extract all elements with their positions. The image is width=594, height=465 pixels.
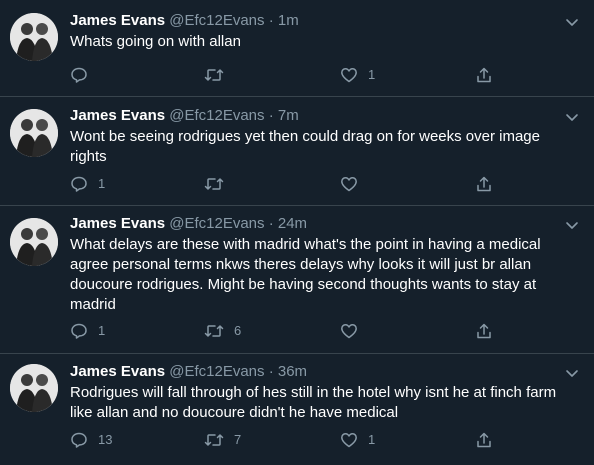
chevron-down-icon[interactable] bbox=[564, 365, 580, 381]
retweet-count: 6 bbox=[234, 323, 242, 338]
retweet-button[interactable]: 6 bbox=[204, 320, 241, 342]
retweet-icon bbox=[204, 175, 224, 193]
share-button[interactable] bbox=[475, 429, 493, 451]
tweet-actions: 1 6 bbox=[70, 320, 510, 342]
tweet[interactable]: James Evans @Efc12Evans · 24m What delay… bbox=[0, 206, 594, 354]
tweet-actions: 1 bbox=[70, 173, 510, 195]
retweet-icon bbox=[204, 322, 224, 340]
reply-icon bbox=[70, 175, 88, 193]
reply-icon bbox=[70, 322, 88, 340]
retweet-button[interactable]: 7 bbox=[204, 429, 241, 451]
tweet-text: Wont be seeing rodrigues yet then could … bbox=[70, 128, 540, 165]
chevron-down-icon[interactable] bbox=[564, 14, 580, 30]
share-icon bbox=[475, 66, 493, 84]
tweet-header: James Evans @Efc12Evans · 1m bbox=[70, 10, 299, 32]
tweet[interactable]: James Evans @Efc12Evans · 1m Whats going… bbox=[0, 0, 594, 97]
separator-dot: · bbox=[268, 363, 274, 380]
display-name[interactable]: James Evans bbox=[70, 215, 165, 232]
reply-count: 1 bbox=[98, 323, 106, 338]
chevron-down-icon[interactable] bbox=[564, 109, 580, 125]
like-button[interactable] bbox=[340, 173, 368, 195]
avatar[interactable] bbox=[10, 109, 58, 157]
user-handle[interactable]: @Efc12Evans bbox=[169, 215, 264, 232]
tweet-header: James Evans @Efc12Evans · 36m bbox=[70, 361, 307, 383]
reply-icon bbox=[70, 431, 88, 449]
reply-button[interactable]: 1 bbox=[70, 320, 105, 342]
display-name[interactable]: James Evans bbox=[70, 12, 165, 29]
retweet-count: 7 bbox=[234, 432, 242, 447]
retweet-button[interactable] bbox=[204, 173, 234, 195]
timestamp[interactable]: 24m bbox=[278, 215, 307, 232]
tweet-header: James Evans @Efc12Evans · 24m bbox=[70, 213, 307, 235]
retweet-icon bbox=[204, 431, 224, 449]
like-icon bbox=[340, 66, 358, 84]
share-button[interactable] bbox=[475, 64, 493, 86]
like-button[interactable]: 1 bbox=[340, 64, 375, 86]
avatar[interactable] bbox=[10, 13, 58, 61]
share-icon bbox=[475, 431, 493, 449]
separator-dot: · bbox=[268, 12, 274, 29]
timestamp[interactable]: 7m bbox=[278, 107, 299, 124]
tweet-text: Rodrigues will fall through of hes still… bbox=[70, 384, 557, 421]
avatar[interactable] bbox=[10, 364, 58, 412]
display-name[interactable]: James Evans bbox=[70, 363, 165, 380]
like-count: 1 bbox=[368, 432, 376, 447]
share-icon bbox=[475, 175, 493, 193]
tweet[interactable]: James Evans @Efc12Evans · 36m Rodrigues … bbox=[0, 354, 594, 465]
reply-button[interactable] bbox=[70, 64, 98, 86]
avatar[interactable] bbox=[10, 218, 58, 266]
reply-count: 1 bbox=[98, 176, 106, 191]
user-handle[interactable]: @Efc12Evans bbox=[169, 107, 264, 124]
user-handle[interactable]: @Efc12Evans bbox=[169, 12, 264, 29]
like-icon bbox=[340, 175, 358, 193]
tweet[interactable]: James Evans @Efc12Evans · 7m Wont be see… bbox=[0, 97, 594, 206]
separator-dot: · bbox=[268, 215, 274, 232]
reply-count: 13 bbox=[98, 432, 113, 447]
tweet-text: What delays are these with madrid what's… bbox=[70, 236, 541, 313]
reply-icon bbox=[70, 66, 88, 84]
like-icon bbox=[340, 431, 358, 449]
user-handle[interactable]: @Efc12Evans bbox=[169, 363, 264, 380]
tweet-actions: 1 bbox=[70, 64, 510, 86]
share-icon bbox=[475, 322, 493, 340]
timestamp[interactable]: 1m bbox=[278, 12, 299, 29]
retweet-button[interactable] bbox=[204, 64, 234, 86]
share-button[interactable] bbox=[475, 320, 493, 342]
tweet-actions: 13 7 1 bbox=[70, 429, 510, 451]
display-name[interactable]: James Evans bbox=[70, 107, 165, 124]
like-icon bbox=[340, 322, 358, 340]
timestamp[interactable]: 36m bbox=[278, 363, 307, 380]
like-count: 1 bbox=[368, 67, 376, 82]
tweet-text: Whats going on with allan bbox=[70, 33, 241, 50]
reply-button[interactable]: 13 bbox=[70, 429, 112, 451]
retweet-icon bbox=[204, 66, 224, 84]
share-button[interactable] bbox=[475, 173, 493, 195]
separator-dot: · bbox=[268, 107, 274, 124]
like-button[interactable] bbox=[340, 320, 368, 342]
like-button[interactable]: 1 bbox=[340, 429, 375, 451]
timeline-feed: James Evans @Efc12Evans · 1m Whats going… bbox=[0, 0, 594, 465]
tweet-header: James Evans @Efc12Evans · 7m bbox=[70, 105, 299, 127]
reply-button[interactable]: 1 bbox=[70, 173, 105, 195]
chevron-down-icon[interactable] bbox=[564, 217, 580, 233]
